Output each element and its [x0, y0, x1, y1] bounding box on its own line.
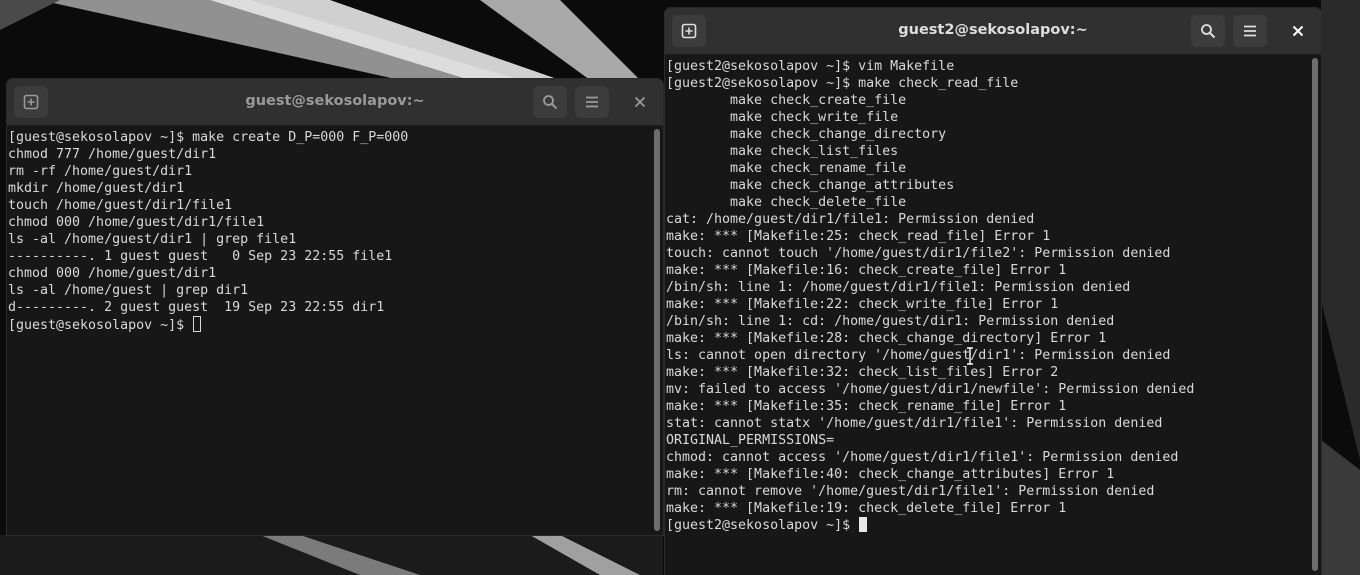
prompt-line[interactable]: [guest2@sekosolapov ~]$: [666, 517, 1307, 534]
menu-button[interactable]: [575, 86, 609, 118]
terminal-line: /bin/sh: line 1: cd: /home/guest/dir1: P…: [666, 314, 1115, 329]
search-button[interactable]: [533, 86, 567, 118]
search-icon: [543, 95, 558, 110]
terminal-line: [guest@sekosolapov ~]$ make create D_P=0…: [8, 130, 409, 145]
terminal-line: cat: /home/guest/dir1/file1: Permission …: [666, 212, 1035, 227]
terminal-line: chmod: cannot access '/home/guest/dir1/f…: [666, 450, 1179, 465]
terminal-line: chmod 000 /home/guest/dir1/file1: [8, 215, 265, 230]
terminal-line: make check_list_files: [666, 144, 899, 159]
close-icon: [1292, 25, 1304, 37]
terminal-line: make check_delete_file: [666, 195, 907, 210]
scrollbar[interactable]: [654, 129, 660, 531]
scrollbar[interactable]: [1312, 58, 1318, 571]
terminal-line: stat: cannot statx '/home/guest/dir1/fil…: [666, 416, 1163, 431]
terminal-line: [guest2@sekosolapov ~]$ vim Makefile: [666, 59, 955, 74]
hamburger-menu-icon: [586, 96, 598, 108]
terminal-line: make: *** [Makefile:40: check_change_att…: [666, 467, 1115, 482]
terminal-window-guest2[interactable]: guest2@sekosolapov:~ [guest2@sekosolapov…: [665, 8, 1321, 575]
prompt: [guest2@sekosolapov ~]$: [666, 518, 859, 533]
terminal-output[interactable]: [guest2@sekosolapov ~]$ vim Makefile [gu…: [665, 55, 1307, 575]
terminal-line: chmod 000 /home/guest/dir1: [8, 266, 217, 281]
terminal-line: ls -al /home/guest | grep dir1: [8, 283, 249, 298]
terminal-line: mkdir /home/guest/dir1: [8, 181, 185, 196]
terminal-line: make: *** [Makefile:19: check_delete_fil…: [666, 501, 1067, 516]
terminal-line: make: *** [Makefile:22: check_write_file…: [666, 297, 1059, 312]
terminal-line: make: *** [Makefile:35: check_rename_fil…: [666, 399, 1067, 414]
terminal-line: touch: cannot touch '/home/guest/dir1/fi…: [666, 246, 1171, 261]
terminal-line: mv: failed to access '/home/guest/dir1/n…: [666, 382, 1195, 397]
terminal-line: rm -rf /home/guest/dir1: [8, 164, 193, 179]
terminal-line: d---------. 2 guest guest 19 Sep 23 22:5…: [8, 300, 385, 315]
terminal-line: make: *** [Makefile:25: check_read_file]…: [666, 229, 1051, 244]
text-cursor: [859, 517, 868, 532]
terminal-line: [guest2@sekosolapov ~]$ make check_read_…: [666, 76, 1019, 91]
search-icon: [1201, 24, 1216, 39]
ibeam-cursor-icon: [967, 347, 973, 365]
terminal-line: ls -al /home/guest/dir1 | grep file1: [8, 232, 297, 247]
terminal-line: ls: cannot open directory '/home/guest/d…: [666, 348, 1171, 363]
search-button[interactable]: [1191, 15, 1225, 47]
titlebar[interactable]: guest2@sekosolapov:~: [665, 8, 1321, 55]
terminal-line: rm: cannot remove '/home/guest/dir1/file…: [666, 484, 1155, 499]
terminal-line: ORIGINAL_PERMISSIONS=: [666, 433, 835, 448]
terminal-line: chmod 777 /home/guest/dir1: [8, 147, 217, 162]
terminal-output[interactable]: [guest@sekosolapov ~]$ make create D_P=0…: [7, 126, 649, 535]
terminal-line: make: *** [Makefile:28: check_change_dir…: [666, 331, 1107, 346]
terminal-line: make: *** [Makefile:16: check_create_fil…: [666, 263, 1067, 278]
terminal-line: make check_write_file: [666, 110, 899, 125]
terminal-line: make check_change_directory: [666, 127, 947, 142]
terminal-window-guest[interactable]: guest@sekosolapov:~ [guest@sekosolapov ~…: [7, 79, 663, 535]
terminal-line: ----------. 1 guest guest 0 Sep 23 22:55…: [8, 249, 393, 264]
titlebar[interactable]: guest@sekosolapov:~: [7, 79, 663, 126]
menu-button[interactable]: [1233, 15, 1267, 47]
hamburger-menu-icon: [1244, 25, 1256, 37]
terminal-line: make check_change_attributes: [666, 178, 955, 193]
terminal-line: make check_create_file: [666, 93, 907, 108]
close-icon: [634, 96, 646, 108]
prompt: [guest@sekosolapov ~]$: [8, 318, 193, 333]
terminal-line: make: *** [Makefile:32: check_list_files…: [666, 365, 1059, 380]
close-button[interactable]: [1282, 15, 1314, 47]
terminal-line: make check_rename_file: [666, 161, 907, 176]
terminal-line: /bin/sh: line 1: /home/guest/dir1/file1:…: [666, 280, 1131, 295]
text-cursor: [193, 316, 202, 332]
close-button[interactable]: [624, 86, 656, 118]
prompt-line[interactable]: [guest@sekosolapov ~]$: [8, 316, 649, 333]
terminal-line: touch /home/guest/dir1/file1: [8, 198, 233, 213]
